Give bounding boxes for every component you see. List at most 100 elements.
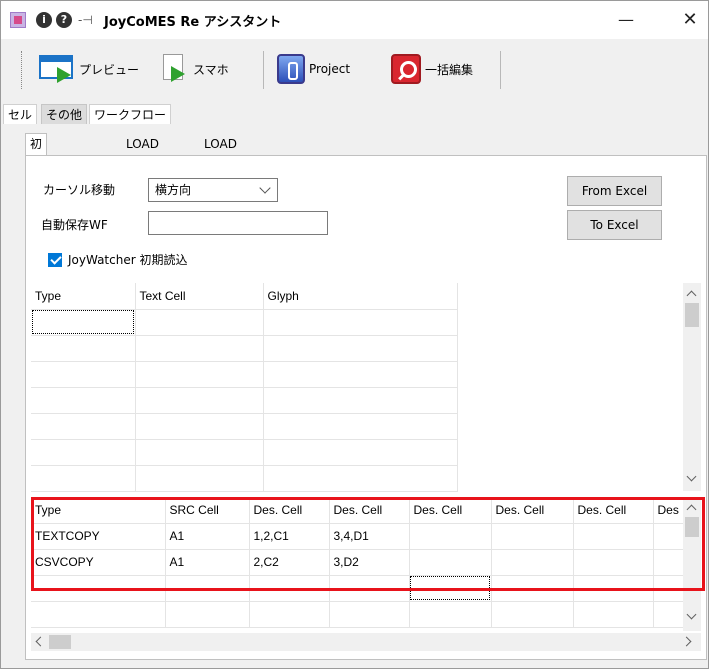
grid-cell[interactable] — [135, 387, 264, 414]
grid-cell[interactable] — [31, 601, 166, 628]
grid-cell[interactable] — [263, 361, 458, 388]
scroll-up-icon[interactable] — [686, 504, 697, 515]
grid-cell[interactable] — [263, 465, 458, 492]
top-tab-strip: セル その他 ワークフロー — [1, 102, 708, 124]
column-header-type[interactable]: Type — [31, 497, 166, 524]
grid-cell[interactable] — [653, 523, 683, 550]
column-header-des-cell[interactable]: Des. Cell — [409, 497, 492, 524]
grid-cell[interactable] — [135, 361, 264, 388]
joywatcher-checkbox[interactable] — [48, 252, 62, 267]
grid-cell[interactable] — [263, 413, 458, 440]
column-header-glyph[interactable]: Glyph — [263, 283, 458, 310]
grid-cell[interactable] — [653, 575, 683, 602]
grid-cell[interactable] — [491, 523, 574, 550]
copy-grid-scrollbar[interactable] — [683, 497, 701, 631]
grid-cell[interactable] — [31, 465, 136, 492]
autosave-input[interactable] — [148, 211, 328, 235]
grid-cell[interactable] — [135, 335, 264, 362]
grid-cell[interactable]: A1 — [165, 523, 250, 550]
grid-cell[interactable] — [491, 575, 574, 602]
grid-cell[interactable] — [263, 335, 458, 362]
grid-cell[interactable] — [653, 601, 683, 628]
from-excel-button[interactable]: From Excel — [567, 176, 662, 206]
grid-cell[interactable] — [329, 601, 410, 628]
grid-cell[interactable] — [165, 601, 250, 628]
tab-initial-params[interactable]: 初期パラメータ — [25, 133, 48, 271]
grid-cell[interactable] — [31, 439, 136, 466]
grid-cell[interactable] — [409, 523, 492, 550]
tab-load-csv[interactable]: LOAD CSV — [121, 133, 164, 171]
column-header-src-cell[interactable]: SRC Cell — [165, 497, 250, 524]
title-bar[interactable]: i ? -⊣ JoyCoMES Re アシスタント — ✕ — [1, 1, 708, 39]
to-excel-button[interactable]: To Excel — [567, 210, 662, 240]
column-header-des-cell[interactable]: Des. Cell — [573, 497, 654, 524]
grid-cell[interactable] — [573, 575, 654, 602]
column-header-type[interactable]: Type — [31, 283, 136, 310]
column-header-des-cell[interactable]: Des. Cell — [329, 497, 410, 524]
grid-cell[interactable]: CSVCOPY — [31, 549, 166, 576]
grid-cell[interactable] — [573, 549, 654, 576]
grid-cell[interactable]: TEXTCOPY — [31, 523, 166, 550]
grid-cell[interactable] — [263, 309, 458, 336]
grid-cell[interactable] — [409, 575, 492, 602]
close-button[interactable]: ✕ — [675, 7, 705, 33]
scroll-right-icon[interactable] — [681, 636, 692, 647]
smart-button[interactable]: スマホ — [163, 52, 229, 86]
grid-cell[interactable]: 2,C2 — [249, 549, 330, 576]
grid-cell[interactable] — [165, 575, 250, 602]
project-button[interactable]: Project — [277, 52, 350, 86]
scroll-left-icon[interactable] — [35, 636, 46, 647]
glyph-grid-scrollbar[interactable] — [683, 283, 701, 491]
grid-cell[interactable] — [491, 601, 574, 628]
grid-cell[interactable] — [31, 575, 166, 602]
grid-cell[interactable] — [329, 575, 410, 602]
grid-cell[interactable] — [135, 439, 264, 466]
help-icon[interactable]: ? — [56, 12, 72, 28]
tab-workflow[interactable]: ワークフロー — [89, 104, 172, 124]
scroll-thumb[interactable] — [685, 303, 699, 327]
scroll-down-icon[interactable] — [686, 609, 697, 620]
grid-cell[interactable] — [135, 309, 264, 336]
tab-other[interactable]: その他 — [41, 104, 88, 124]
info-icon[interactable]: i — [36, 12, 52, 28]
grid-cell[interactable] — [31, 335, 136, 362]
grid-cell[interactable] — [135, 465, 264, 492]
grid-cell[interactable] — [409, 601, 492, 628]
grid-cell[interactable] — [31, 361, 136, 388]
grid-cell[interactable] — [263, 439, 458, 466]
grid-cell[interactable] — [573, 601, 654, 628]
grid-cell[interactable] — [31, 309, 136, 336]
copy-grid-horizontal-scrollbar[interactable] — [31, 633, 701, 651]
joywatcher-checkbox-row[interactable]: JoyWatcher 初期読込 — [48, 251, 187, 268]
column-header-des-cell[interactable]: Des. Cell — [249, 497, 330, 524]
scroll-thumb[interactable] — [685, 517, 699, 537]
tab-load-db[interactable]: LOAD DB — [199, 133, 242, 171]
grid-cell[interactable] — [573, 523, 654, 550]
column-header-des-cell[interactable]: Des — [653, 497, 683, 524]
column-header-text-cell[interactable]: Text Cell — [135, 283, 264, 310]
grid-cell[interactable]: 1,2,C1 — [249, 523, 330, 550]
cursor-move-select[interactable]: 横方向 — [148, 178, 278, 202]
grid-cell[interactable] — [249, 601, 330, 628]
pin-icon[interactable]: -⊣ — [78, 12, 94, 28]
preview-button[interactable]: プレビュー — [39, 52, 139, 86]
grid-cell[interactable] — [249, 575, 330, 602]
minimize-button[interactable]: — — [611, 7, 641, 33]
bulk-edit-button[interactable]: 一括編集 — [391, 52, 473, 86]
grid-cell[interactable] — [135, 413, 264, 440]
grid-cell[interactable] — [31, 387, 136, 414]
grid-cell[interactable] — [409, 549, 492, 576]
grid-cell[interactable] — [263, 387, 458, 414]
grid-cell[interactable]: A1 — [165, 549, 250, 576]
tab-cell[interactable]: セル — [3, 104, 38, 124]
scroll-down-icon[interactable] — [686, 471, 697, 482]
grid-cell[interactable] — [31, 413, 136, 440]
grid-cell[interactable] — [653, 549, 683, 576]
scroll-thumb[interactable] — [49, 635, 71, 649]
column-header-des-cell[interactable]: Des. Cell — [491, 497, 574, 524]
toolbar-grip[interactable] — [21, 51, 23, 89]
scroll-up-icon[interactable] — [686, 290, 697, 301]
grid-cell[interactable]: 3,D2 — [329, 549, 410, 576]
grid-cell[interactable]: 3,4,D1 — [329, 523, 410, 550]
grid-cell[interactable] — [491, 549, 574, 576]
